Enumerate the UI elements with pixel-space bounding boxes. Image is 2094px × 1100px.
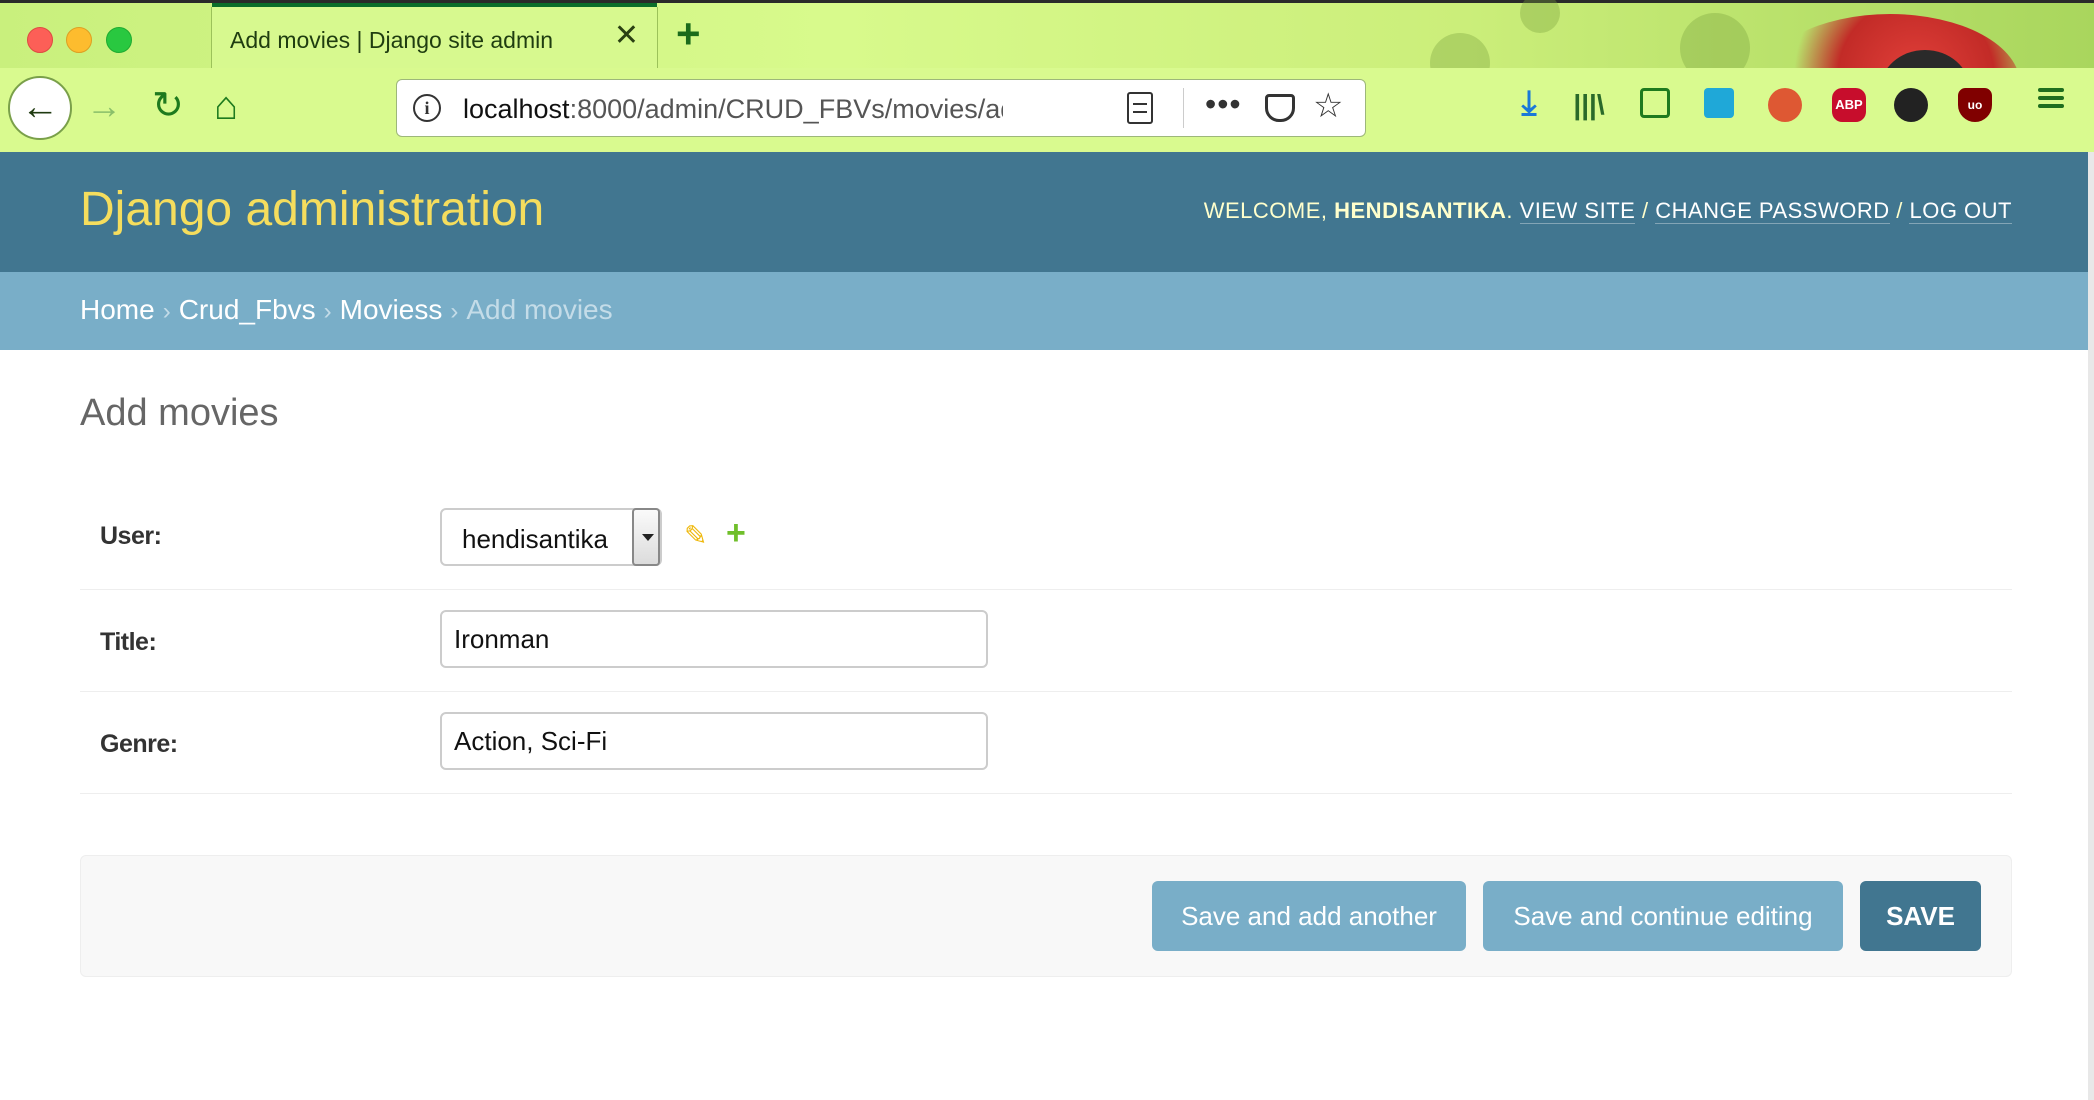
change-user-pencil-icon[interactable]: ✎ [684,516,707,556]
browser-tab-active[interactable]: Add movies | Django site admin ✕ [211,3,658,71]
pocket-icon[interactable] [1265,94,1295,122]
url-host: localhost [463,94,570,124]
ublock-origin-extension-icon[interactable]: uo [1958,88,1992,122]
window-minimize-button[interactable] [66,27,92,53]
title-input[interactable] [440,610,988,668]
save-button[interactable]: SAVE [1860,881,1981,951]
background-decoration [1520,0,1560,33]
breadcrumb-home-link[interactable]: Home [80,294,155,325]
home-icon[interactable]: ⌂ [214,86,238,126]
admin-header: Django administration WELCOME, HENDISANT… [0,152,2094,272]
forward-arrow-icon[interactable]: → [86,86,122,126]
page-title: Add movies [80,392,279,434]
breadcrumb: Home › Crud_Fbvs › Moviess › Add movies [0,272,2094,350]
new-tab-button[interactable]: + [676,13,701,55]
back-arrow-icon[interactable]: ← [8,76,72,140]
breadcrumb-app-link[interactable]: Crud_Fbvs [179,294,316,325]
page-actions-menu-icon[interactable]: ••• [1205,86,1242,123]
adblock-plus-extension-icon[interactable]: ABP [1832,88,1866,122]
url-text[interactable]: localhost:8000/admin/CRUD_FBVs/movies/ad… [463,94,1003,125]
submit-row: Save and add another Save and continue e… [80,855,2012,977]
chevron-down-icon[interactable] [632,508,660,566]
window-maximize-button[interactable] [106,27,132,53]
usertools-separator: / [1889,198,1910,223]
hamburger-menu-icon[interactable] [2038,84,2064,114]
user-field-label: User: [100,522,162,550]
tab-close-icon[interactable]: ✕ [614,21,639,51]
window-close-button[interactable] [27,27,53,53]
reload-icon[interactable]: ↻ [152,86,184,126]
site-branding[interactable]: Django administration [80,182,544,237]
genre-input[interactable] [440,712,988,770]
download-icon[interactable]: ⤓ [1512,86,1546,120]
breadcrumb-current: Add movies [466,294,613,325]
duckduckgo-extension-icon[interactable] [1768,88,1802,122]
save-and-add-another-button[interactable]: Save and add another [1152,881,1466,951]
change-password-link[interactable]: CHANGE PASSWORD [1655,198,1890,224]
view-site-link[interactable]: VIEW SITE [1519,198,1636,224]
log-out-link[interactable]: LOG OUT [1909,198,2012,224]
page-scrollbar[interactable] [2088,152,2094,1100]
user-tools: WELCOME, HENDISANTIKA. VIEW SITE / CHANG… [1204,198,2012,224]
form-row-title: Title: [80,590,2012,692]
user-select-value: hendisantika [462,524,608,554]
welcome-dot: . [1506,198,1520,223]
user-select[interactable]: hendisantika [440,508,662,566]
browser-nav-bar: ← → ↻ ⌂ i localhost:8000/admin/CRUD_FBVs… [0,68,2094,153]
tab-title: Add movies | Django site admin [230,27,554,53]
address-bar[interactable]: i localhost:8000/admin/CRUD_FBVs/movies/… [396,79,1366,137]
reader-view-icon[interactable] [1127,92,1153,124]
save-and-continue-button[interactable]: Save and continue editing [1483,881,1843,951]
camera-extension-icon[interactable] [1894,88,1928,122]
form-row-user: User: hendisantika ✎ + [80,486,2012,590]
breadcrumb-separator: › [323,298,332,325]
library-icon[interactable]: |||\ [1572,88,1606,122]
site-info-icon[interactable]: i [413,94,441,122]
genre-field-label: Genre: [100,730,178,758]
url-path: :8000/admin/CRUD_FBVs/movies/add [569,94,1003,124]
username: HENDISANTIKA [1334,198,1507,223]
url-separator [1183,88,1184,128]
title-field-label: Title: [100,628,157,656]
breadcrumb-separator: › [162,298,171,325]
welcome-text: WELCOME, [1203,198,1335,223]
bookmark-star-icon[interactable]: ☆ [1313,86,1343,126]
sidebar-icon[interactable] [1640,88,1670,118]
add-user-plus-icon[interactable]: + [726,510,746,556]
form-row-genre: Genre: [80,692,2012,794]
usertools-separator: / [1635,198,1656,223]
save-page-icon[interactable] [1704,88,1734,118]
breadcrumb-model-link[interactable]: Moviess [340,294,443,325]
breadcrumb-separator: › [450,298,459,325]
